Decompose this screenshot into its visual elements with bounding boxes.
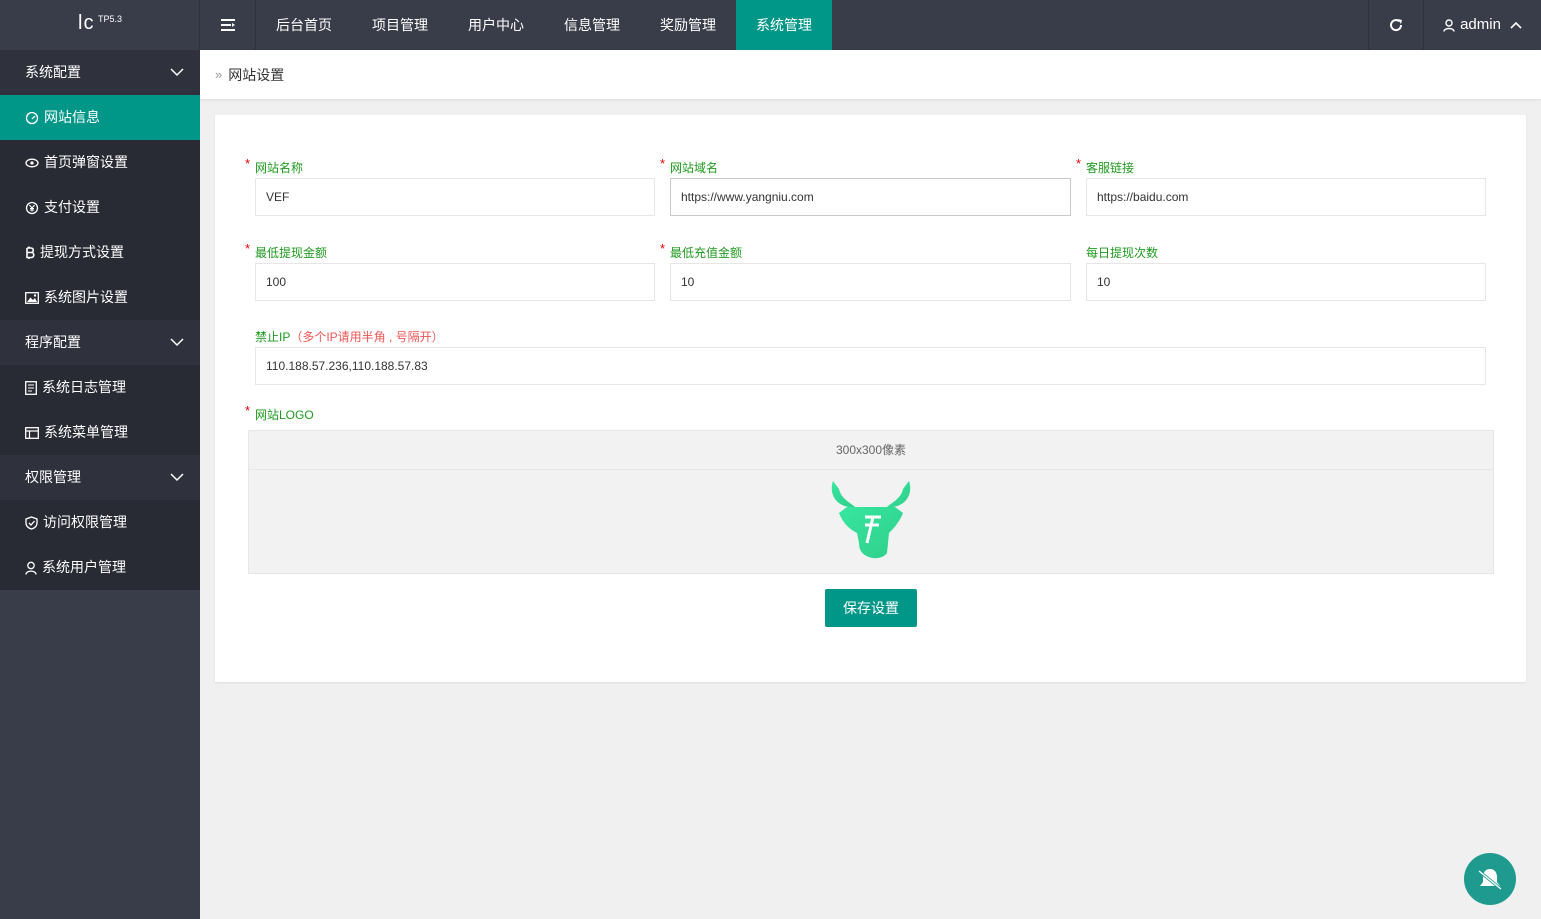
bull-logo-icon [831, 481, 911, 559]
tab-system[interactable]: 系统管理 [736, 0, 832, 50]
sidebar-group-system-config[interactable]: 系统配置 [0, 50, 200, 95]
daily-withdraw-input[interactable] [1086, 263, 1486, 301]
bitcoin-icon [26, 246, 35, 259]
sidebar: 系统配置 网站信息 首页弹窗设置 支付设置 提现方式设置 系统图片设置 程序配置… [0, 50, 200, 919]
site-name-input[interactable] [255, 178, 655, 216]
sidebar-item-withdraw-methods[interactable]: 提现方式设置 [0, 230, 200, 275]
site-logo-label: 网站LOGO [255, 408, 314, 422]
tab-users[interactable]: 用户中心 [448, 0, 544, 50]
top-nav: 后台首页 项目管理 用户中心 信息管理 奖励管理 系统管理 [200, 0, 832, 50]
logo-upload-area[interactable]: 300x300像素 [248, 430, 1494, 574]
sidebar-item-label: 网站信息 [44, 109, 100, 125]
sidebar-toggle-button[interactable] [200, 0, 256, 50]
ban-ip-label: 禁止IP（多个IP请用半角 , 号隔开） [255, 329, 444, 345]
dashboard-icon [25, 111, 39, 124]
sidebar-item-site-info[interactable]: 网站信息 [0, 95, 200, 140]
image-icon [25, 291, 39, 304]
logo-version: TP5.3 [98, 14, 123, 24]
min-recharge-input[interactable] [670, 263, 1071, 301]
chevron-down-icon [170, 338, 184, 347]
sidebar-group-permissions[interactable]: 权限管理 [0, 455, 200, 500]
daily-withdraw-label: 每日提现次数 [1086, 246, 1159, 260]
tab-info[interactable]: 信息管理 [544, 0, 640, 50]
save-button[interactable]: 保存设置 [825, 589, 917, 627]
sidebar-item-label: 系统菜单管理 [44, 424, 128, 440]
site-domain-label: 网站域名 [670, 161, 719, 175]
sidebar-item-system-users[interactable]: 系统用户管理 [0, 545, 200, 590]
sidebar-item-access-permissions[interactable]: 访问权限管理 [0, 500, 200, 545]
group-title-label: 权限管理 [25, 469, 81, 485]
service-link-label: 客服链接 [1086, 161, 1135, 175]
min-withdraw-label: 最低提现金额 [255, 246, 328, 260]
sidebar-item-label: 系统日志管理 [42, 379, 126, 395]
required-marker: * [660, 156, 666, 171]
shield-icon [25, 515, 38, 530]
breadcrumb: » 网站设置 [200, 50, 1541, 100]
group-title-label: 系统配置 [25, 64, 81, 80]
refresh-button[interactable] [1368, 0, 1423, 50]
tab-dashboard[interactable]: 后台首页 [256, 0, 352, 50]
min-withdraw-input[interactable] [255, 263, 655, 301]
required-marker: * [245, 403, 251, 418]
required-marker: * [1076, 156, 1082, 171]
sidebar-item-system-logs[interactable]: 系统日志管理 [0, 365, 200, 410]
required-marker: * [245, 156, 251, 171]
site-domain-input[interactable] [670, 178, 1071, 216]
service-link-input[interactable] [1086, 178, 1486, 216]
breadcrumb-separator: » [215, 67, 223, 82]
required-marker: * [245, 241, 251, 256]
sidebar-item-label: 访问权限管理 [43, 514, 127, 530]
log-icon [25, 380, 37, 395]
sidebar-item-payment-settings[interactable]: 支付设置 [0, 185, 200, 230]
breadcrumb-current: 网站设置 [228, 66, 285, 83]
user-menu[interactable]: admin [1423, 0, 1541, 50]
group-title-label: 程序配置 [25, 334, 81, 350]
floating-action-button[interactable] [1464, 853, 1516, 905]
required-marker: * [660, 241, 666, 256]
min-recharge-label: 最低充值金额 [670, 246, 743, 260]
eye-icon [25, 158, 39, 167]
sidebar-group-program-config[interactable]: 程序配置 [0, 320, 200, 365]
menu-toggle-icon [220, 19, 235, 31]
sidebar-item-system-menus[interactable]: 系统菜单管理 [0, 410, 200, 455]
site-name-label: 网站名称 [255, 161, 304, 175]
user-icon [1443, 18, 1455, 32]
logo-text: lc [78, 12, 95, 34]
sidebar-item-label: 系统图片设置 [44, 289, 128, 305]
chevron-down-icon [170, 473, 184, 482]
user-name: admin [1460, 16, 1501, 33]
sidebar-item-label: 提现方式设置 [40, 244, 124, 260]
top-right-actions: admin [1368, 0, 1541, 50]
settings-card: * 网站名称 * 网站域名 * 客服链接 * 最低提现金额 * 最低充值金额 每… [215, 115, 1526, 682]
tab-rewards[interactable]: 奖励管理 [640, 0, 736, 50]
top-bar: lc TP5.3 后台首页 项目管理 用户中心 信息管理 奖励管理 系统管理 a… [0, 0, 1541, 50]
chevron-up-icon [1510, 21, 1522, 29]
chevron-down-icon [170, 68, 184, 77]
tab-projects[interactable]: 项目管理 [352, 0, 448, 50]
app-logo[interactable]: lc TP5.3 [0, 0, 200, 50]
refresh-icon [1390, 19, 1403, 32]
ban-ip-label-text: 禁止IP [255, 330, 291, 344]
logo-size-hint: 300x300像素 [249, 431, 1493, 470]
sidebar-item-label: 首页弹窗设置 [44, 154, 128, 170]
sidebar-item-label: 系统用户管理 [42, 559, 126, 575]
ban-ip-input[interactable] [255, 347, 1486, 385]
sidebar-item-system-images[interactable]: 系统图片设置 [0, 275, 200, 320]
sidebar-item-label: 支付设置 [44, 199, 100, 215]
menu-icon [25, 426, 39, 439]
yen-icon [25, 201, 39, 214]
user-icon [25, 561, 37, 575]
ban-ip-hint: （多个IP请用半角 , 号隔开） [290, 330, 444, 344]
notification-off-icon [1478, 869, 1502, 891]
sidebar-item-popup-settings[interactable]: 首页弹窗设置 [0, 140, 200, 185]
